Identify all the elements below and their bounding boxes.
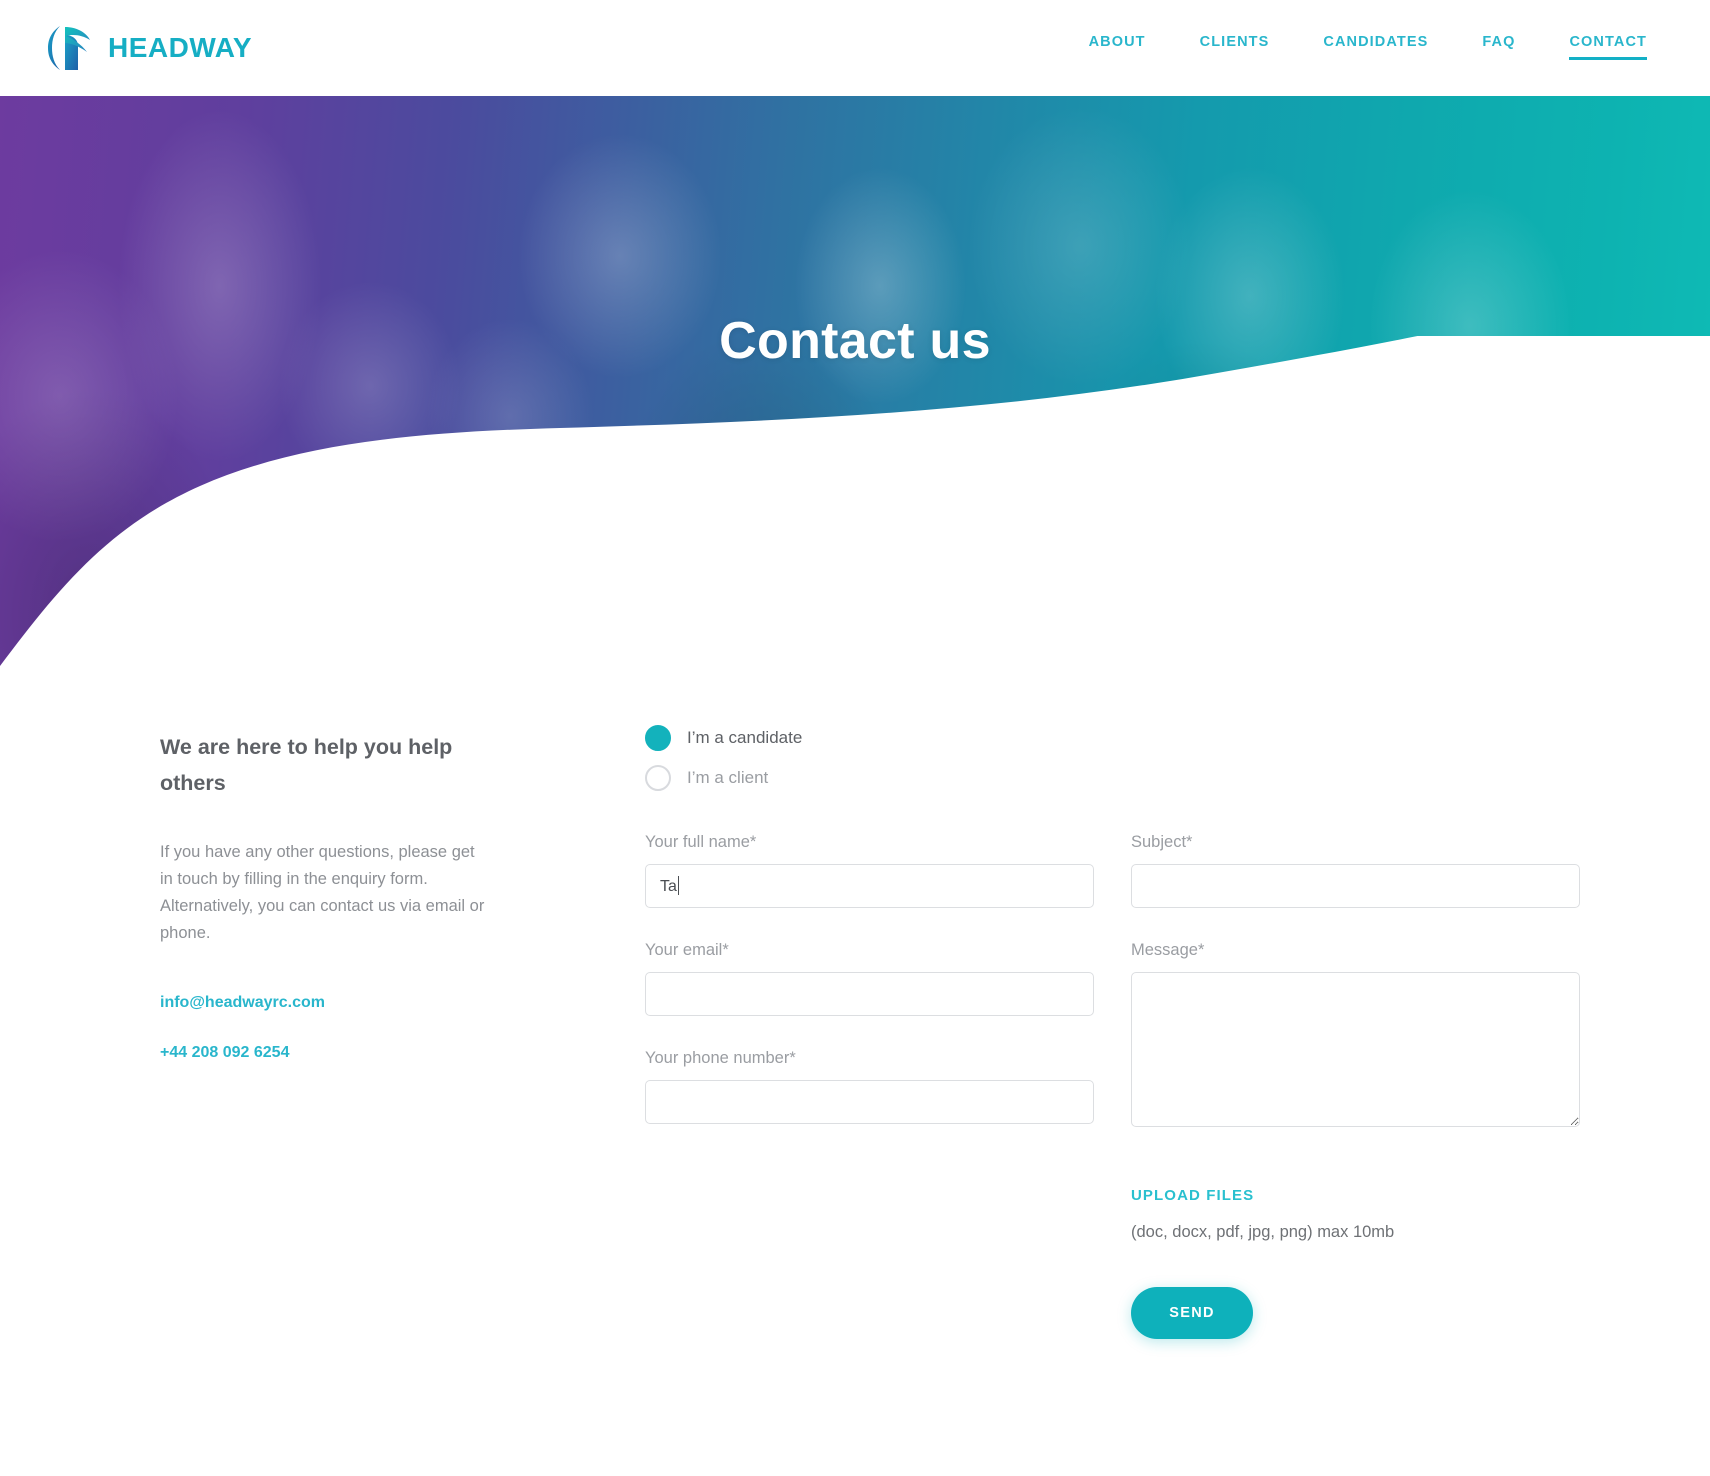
upload-files-link[interactable]: UPLOAD FILES: [1131, 1187, 1254, 1204]
form-grid: Your full name* Ta Your email* Your phon…: [645, 833, 1580, 1339]
input-full-name[interactable]: Ta: [645, 864, 1094, 908]
hero-banner: Contact us: [0, 96, 1710, 736]
intro-paragraph: If you have any other questions, please …: [160, 843, 485, 942]
input-full-name-value: Ta: [660, 878, 677, 895]
headway-logo-mark-icon: [48, 26, 90, 70]
radio-option-client[interactable]: I’m a client: [645, 765, 1580, 791]
main-navigation: ABOUT CLIENTS CANDIDATES FAQ CONTACT: [1062, 34, 1674, 60]
site-header: HEADWAY ABOUT CLIENTS CANDIDATES FAQ CON…: [0, 0, 1710, 96]
text-caret: [677, 876, 679, 895]
radio-dot-candidate-icon[interactable]: [645, 725, 671, 751]
radio-dot-client-icon[interactable]: [645, 765, 671, 791]
enquiry-type-radio-group: I’m a candidate I’m a client: [645, 725, 1580, 791]
upload-hint-text: (doc, docx, pdf, jpg, png) max 10mb: [1131, 1223, 1395, 1241]
brand-logo[interactable]: HEADWAY: [46, 22, 252, 74]
form-column-left: Your full name* Ta Your email* Your phon…: [645, 833, 1094, 1339]
input-subject[interactable]: [1131, 864, 1580, 908]
field-full-name: Your full name* Ta: [645, 833, 1094, 908]
input-message[interactable]: [1131, 972, 1580, 1127]
nav-item-about[interactable]: ABOUT: [1062, 34, 1173, 60]
nav-item-contact[interactable]: CONTACT: [1542, 34, 1674, 60]
contact-email-link[interactable]: info@headwayrc.com: [160, 994, 490, 1012]
label-subject: Subject*: [1131, 833, 1193, 851]
brand-name: HEADWAY: [108, 32, 253, 63]
contact-form: I’m a candidate I’m a client Your full n…: [645, 725, 1580, 1339]
send-button[interactable]: SEND: [1131, 1287, 1253, 1339]
page-title: Contact us: [719, 312, 991, 370]
radio-option-candidate[interactable]: I’m a candidate: [645, 725, 1580, 751]
field-subject: Subject*: [1131, 833, 1580, 908]
contact-phone-link[interactable]: +44 208 092 6254: [160, 1044, 490, 1062]
label-message: Message*: [1131, 941, 1205, 959]
intro-heading: We are here to help you help others: [160, 735, 453, 795]
field-email: Your email*: [645, 941, 1094, 1016]
field-message: Message*: [1131, 941, 1580, 1127]
label-full-name: Your full name*: [645, 833, 757, 851]
intro-column: We are here to help you help others If y…: [160, 730, 490, 1094]
label-phone: Your phone number*: [645, 1049, 796, 1067]
nav-item-faq[interactable]: FAQ: [1455, 34, 1542, 60]
field-phone: Your phone number*: [645, 1049, 1094, 1124]
nav-item-candidates[interactable]: CANDIDATES: [1296, 34, 1455, 60]
nav-item-clients[interactable]: CLIENTS: [1173, 34, 1297, 60]
hero-background-image: [0, 96, 1710, 736]
input-phone[interactable]: [645, 1080, 1094, 1124]
radio-label-client: I’m a client: [687, 768, 769, 787]
label-email: Your email*: [645, 941, 729, 959]
form-column-right: Subject* Message* UPLOAD FILES (doc, doc…: [1131, 833, 1580, 1339]
radio-label-candidate: I’m a candidate: [687, 728, 803, 747]
input-email[interactable]: [645, 972, 1094, 1016]
